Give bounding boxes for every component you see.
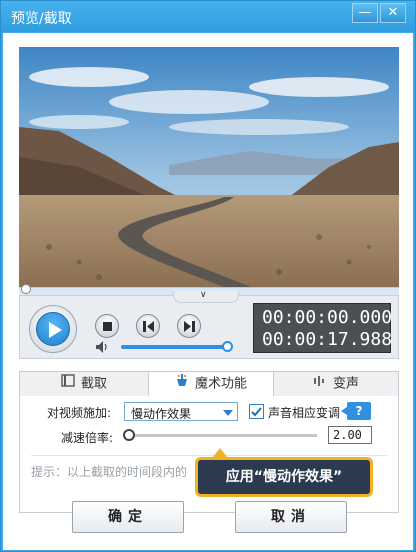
- step-forward-icon: [184, 321, 195, 332]
- chevron-down-icon: ∨: [200, 290, 207, 300]
- divider: [31, 455, 387, 456]
- current-time: 00:00:00.000: [262, 307, 393, 328]
- callout-tooltip: 应用“慢动作效果”: [195, 448, 373, 497]
- dialog-body: ∨ 00:00:00.000 00:00:17.988 截取 魔术功能 变声 对…: [3, 33, 413, 550]
- cancel-button[interactable]: 取消: [235, 501, 347, 533]
- landscape-frame: [19, 47, 399, 287]
- video-preview: [19, 47, 399, 287]
- volume-thumb[interactable]: [222, 341, 233, 352]
- tab-voice-change[interactable]: 变声: [274, 372, 398, 396]
- tab-magic-label: 魔术功能: [194, 376, 247, 392]
- preview-window: 预览/截取 — ✕ ∨ 00:00:00.000 00:00:17.988 截取…: [0, 0, 416, 552]
- speed-slider-thumb[interactable]: [123, 429, 135, 441]
- tab-voice-label: 变声: [332, 376, 359, 392]
- seek-thumb[interactable]: [21, 284, 31, 294]
- previous-frame-button[interactable]: [136, 314, 160, 338]
- chevron-down-icon: [223, 410, 233, 416]
- speed-value-input[interactable]: 2.00: [328, 426, 372, 444]
- tab-magic[interactable]: 魔术功能: [148, 372, 274, 397]
- speed-slider[interactable]: [129, 434, 317, 437]
- time-display: 00:00:00.000 00:00:17.988: [253, 303, 393, 353]
- speaker-icon[interactable]: [96, 341, 110, 353]
- play-icon: [36, 312, 70, 346]
- stop-button[interactable]: [95, 314, 119, 338]
- film-icon: [61, 372, 75, 396]
- speed-label: 减速倍率:: [61, 431, 114, 445]
- collapse-toggle[interactable]: ∨: [173, 290, 239, 303]
- pitch-label: 声音相应变调: [268, 406, 341, 420]
- hint-text: 提示：以上截取的时间段内的: [31, 465, 188, 479]
- checkmark-icon: [251, 407, 262, 417]
- magic-icon: [175, 372, 189, 396]
- ok-button[interactable]: 确定: [72, 501, 184, 533]
- title-bar: 预览/截取 — ✕: [1, 1, 415, 32]
- tab-strip: 截取 魔术功能 变声: [19, 371, 399, 397]
- stop-icon: [103, 322, 112, 331]
- step-back-icon: [143, 321, 154, 332]
- play-button[interactable]: [29, 305, 77, 353]
- minimize-button[interactable]: —: [352, 3, 378, 23]
- close-button[interactable]: ✕: [380, 3, 406, 23]
- tab-cut[interactable]: 截取: [20, 372, 148, 396]
- next-frame-button[interactable]: [177, 314, 201, 338]
- waveform-icon: [313, 372, 327, 396]
- window-title: 预览/截取: [11, 11, 72, 27]
- volume-slider[interactable]: [121, 345, 229, 349]
- help-button[interactable]: ?: [341, 402, 371, 420]
- pitch-checkbox[interactable]: [249, 404, 264, 419]
- total-time: 00:00:17.988: [262, 329, 393, 350]
- effect-select[interactable]: 慢动作效果: [124, 402, 238, 421]
- effect-label: 对视频施加:: [47, 406, 112, 420]
- tab-cut-label: 截取: [80, 376, 107, 392]
- effect-select-value: 慢动作效果: [131, 407, 192, 421]
